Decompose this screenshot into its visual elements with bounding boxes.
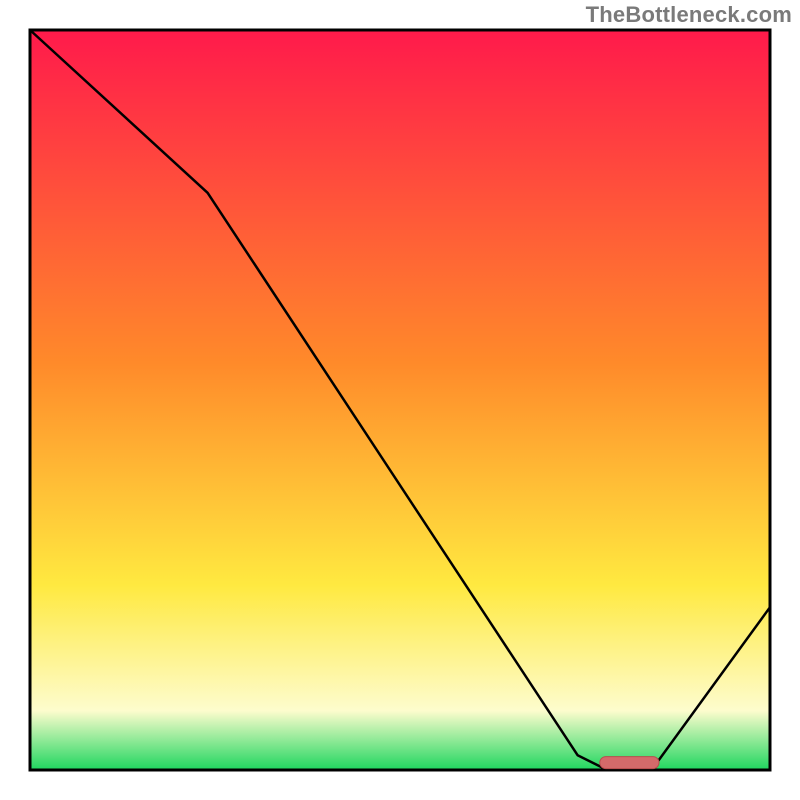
optimal-marker xyxy=(600,757,659,769)
watermark-text: TheBottleneck.com xyxy=(586,2,792,28)
chart-stage: TheBottleneck.com xyxy=(0,0,800,800)
bottleneck-plot xyxy=(0,0,800,800)
gradient-background xyxy=(30,30,770,770)
